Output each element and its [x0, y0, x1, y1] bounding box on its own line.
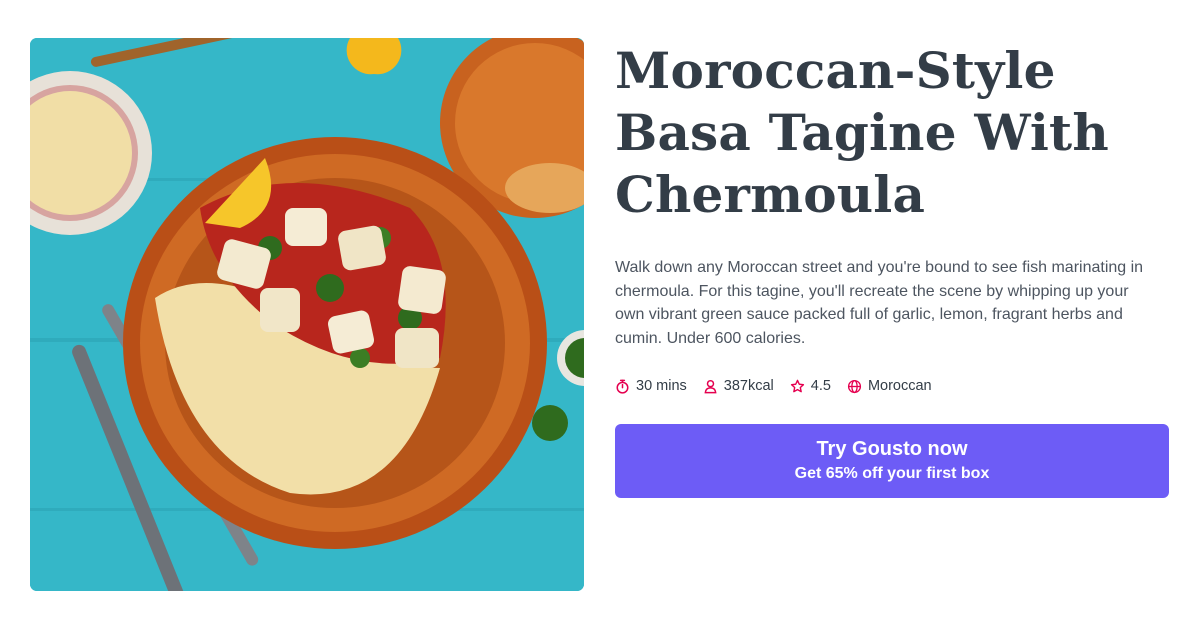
meta-cuisine: Moroccan: [847, 378, 932, 394]
meta-rating: 4.5: [790, 378, 831, 394]
recipe-description: Walk down any Moroccan street and you're…: [615, 259, 1144, 347]
meta-calories-label: 387kcal: [723, 378, 774, 394]
star-icon: [790, 379, 804, 392]
meta-time-label: 30 mins: [636, 378, 687, 394]
recipe-content: Moroccan-Style Basa Tagine With Chermoul…: [615, 40, 1175, 498]
try-gousto-button[interactable]: Try Gousto now Get 65% off your first bo…: [615, 424, 1169, 498]
meta-rating-label: 4.5: [810, 378, 831, 394]
stopwatch-icon: [616, 379, 629, 394]
globe-icon: [847, 379, 862, 393]
recipe-photo: [30, 38, 584, 591]
meta-calories: 387kcal: [703, 378, 774, 394]
cta-subtitle: Get 65% off your first box: [794, 465, 990, 482]
recipe-meta: 30 mins 387kcal 4.5 Moroccan: [615, 378, 1175, 394]
recipe-title: Moroccan-Style Basa Tagine With Chermoul…: [615, 41, 1109, 224]
person-icon: [704, 379, 717, 393]
meta-time: 30 mins: [615, 378, 687, 394]
cta-title: Try Gousto now: [816, 438, 968, 460]
meta-cuisine-label: Moroccan: [867, 378, 932, 394]
